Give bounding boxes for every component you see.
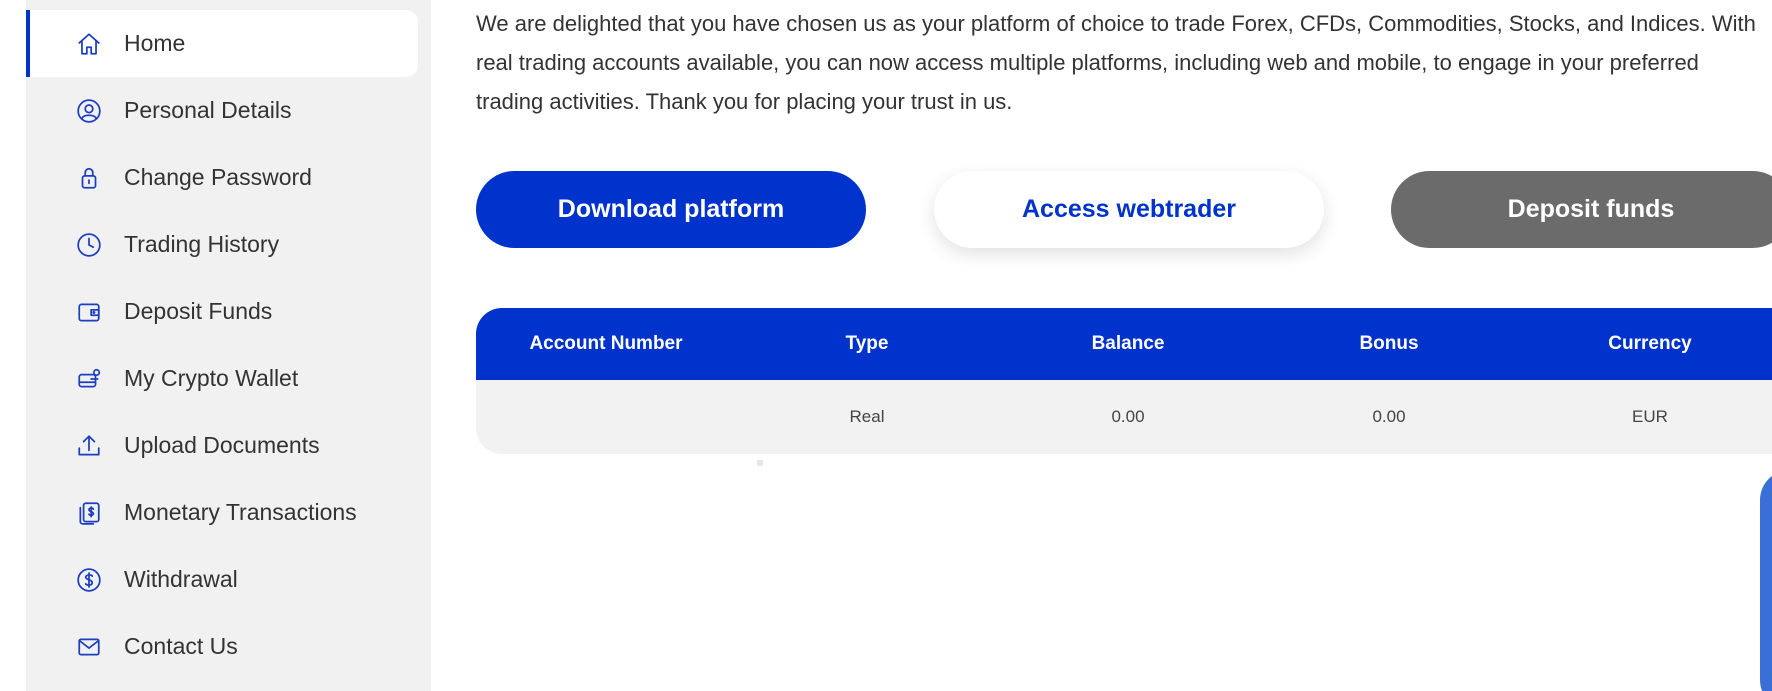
sidebar: Home Personal Details Change Password Tr… (26, 0, 431, 691)
sidebar-item-label: My Crypto Wallet (124, 365, 299, 391)
sidebar-item-label: Upload Documents (124, 432, 320, 458)
sidebar-item-label: Home (124, 30, 186, 56)
access-webtrader-button[interactable]: Access webtrader (934, 171, 1324, 248)
sidebar-item-label: Change Password (124, 164, 312, 190)
column-header-bonus: Bonus (1359, 333, 1419, 354)
sidebar-item-label: Contact Us (124, 633, 238, 659)
sidebar-item-label: Withdrawal (124, 566, 238, 592)
sidebar-item-label: Deposit Funds (124, 298, 273, 324)
decorative-shape (1760, 470, 1772, 691)
cell-currency: EUR (1632, 407, 1668, 426)
envelope-icon (76, 634, 102, 660)
column-header-balance: Balance (1091, 333, 1165, 354)
table-header: Account Number Type Balance Bonus Curren… (476, 308, 1772, 380)
sidebar-item-monetary-transactions[interactable]: Monetary Transactions (26, 479, 418, 546)
decorative-dot (757, 460, 763, 466)
sidebar-item-trading-history[interactable]: Trading History (26, 211, 418, 278)
money-transfer-icon (76, 500, 102, 526)
upload-icon (76, 433, 102, 459)
sidebar-item-withdrawal[interactable]: Withdrawal (26, 546, 418, 613)
sidebar-item-label: Personal Details (124, 97, 292, 123)
sidebar-item-home[interactable]: Home (26, 10, 418, 77)
sidebar-item-label: Monetary Transactions (124, 499, 357, 525)
column-header-account-number: Account Number (529, 333, 683, 354)
download-platform-button[interactable]: Download platform (476, 171, 866, 248)
cell-bonus: 0.00 (1372, 407, 1406, 426)
sidebar-item-personal-details[interactable]: Personal Details (26, 77, 418, 144)
column-header-currency: Currency (1608, 333, 1692, 354)
sidebar-item-change-password[interactable]: Change Password (26, 144, 418, 211)
column-header-type: Type (845, 333, 889, 354)
sidebar-item-upload-documents[interactable]: Upload Documents (26, 412, 418, 479)
cell-type: Real (849, 407, 885, 426)
wallet-icon (76, 299, 102, 325)
cell-balance: 0.00 (1111, 407, 1145, 426)
lock-icon (76, 165, 102, 191)
user-circle-icon (76, 98, 102, 124)
deposit-funds-button[interactable]: Deposit funds (1391, 171, 1772, 248)
accounts-table: Account Number Type Balance Bonus Curren… (476, 308, 1772, 454)
cell-account-number (476, 380, 736, 454)
dollar-circle-icon (76, 567, 102, 593)
home-icon (76, 31, 102, 57)
sidebar-item-label: Trading History (124, 231, 280, 257)
sidebar-item-deposit-funds[interactable]: Deposit Funds (26, 278, 418, 345)
sidebar-item-contact-us[interactable]: Contact Us (26, 613, 418, 680)
crypto-wallet-icon (76, 366, 102, 392)
table-row: Real 0.00 0.00 EUR (476, 380, 1772, 454)
sidebar-item-crypto-wallet[interactable]: My Crypto Wallet (26, 345, 418, 412)
clock-icon (76, 232, 102, 258)
welcome-message: We are delighted that you have chosen us… (476, 11, 1756, 114)
